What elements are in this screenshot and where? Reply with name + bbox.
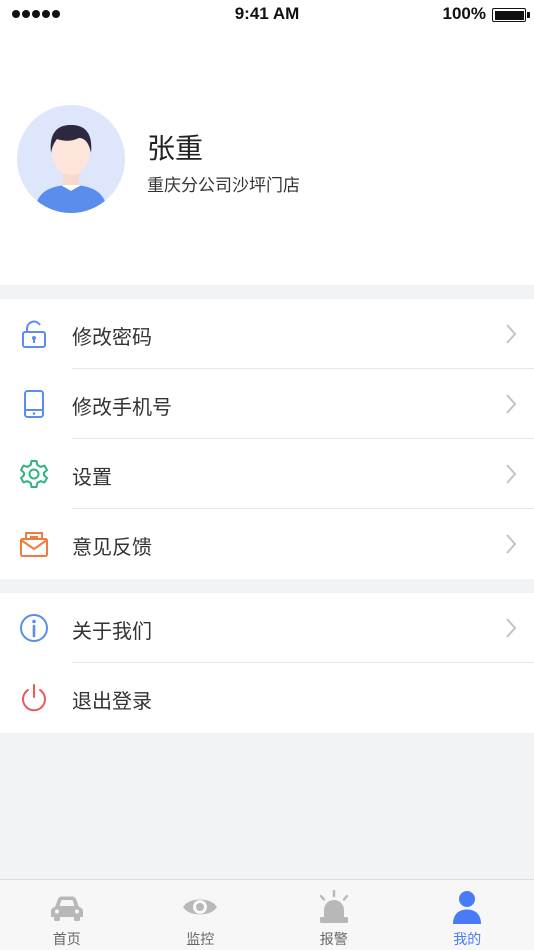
eye-icon: [183, 899, 218, 915]
chevron-right-icon: [506, 324, 517, 344]
phone-icon: [24, 390, 44, 418]
user-avatar[interactable]: [17, 105, 125, 213]
chevron-right-icon: [506, 534, 517, 554]
menu-item-feedback[interactable]: 意见反馈: [0, 509, 534, 579]
user-organization: 重庆分公司沙坪门店: [147, 176, 300, 196]
tab-label: 报警: [319, 932, 348, 948]
tab-bar: 首页 监控 报警 我的: [0, 879, 534, 950]
menu-item-settings[interactable]: 设置: [0, 439, 534, 509]
chevron-right-icon: [506, 394, 517, 414]
tab-alarm[interactable]: 报警: [267, 880, 401, 950]
menu-label: 意见反馈: [72, 535, 152, 559]
profile-header: 张重 重庆分公司沙坪门店: [0, 30, 534, 285]
unlock-icon: [22, 320, 46, 348]
alarm-icon: [319, 889, 348, 923]
menu-item-change-password[interactable]: 修改密码: [0, 299, 534, 369]
power-icon: [22, 684, 46, 712]
tab-mine[interactable]: 我的: [401, 880, 534, 950]
battery-percent: 100%: [442, 4, 486, 23]
car-icon: [50, 896, 83, 921]
menu-item-logout[interactable]: 退出登录: [0, 663, 534, 733]
chevron-right-icon: [506, 618, 517, 638]
menu-item-about-us[interactable]: 关于我们: [0, 593, 534, 663]
tab-label: 首页: [52, 932, 81, 948]
user-name: 张重: [147, 132, 204, 165]
status-bar: 9:41 AM 100%: [0, 0, 534, 30]
about-menu-group: 关于我们 退出登录: [0, 593, 534, 733]
tab-label: 我的: [453, 932, 482, 948]
battery-icon: [492, 8, 530, 22]
tab-monitor[interactable]: 监控: [134, 880, 268, 950]
menu-label: 修改手机号: [72, 395, 172, 419]
account-menu-group: 修改密码 修改手机号 设置 意见反馈: [0, 299, 534, 579]
menu-label: 设置: [72, 465, 112, 489]
menu-item-change-phone[interactable]: 修改手机号: [0, 369, 534, 439]
tab-home[interactable]: 首页: [0, 880, 134, 950]
tab-label: 监控: [186, 932, 215, 948]
mail-icon: [20, 532, 48, 557]
chevron-right-icon: [506, 464, 517, 484]
person-icon: [453, 891, 482, 924]
info-icon: [20, 614, 48, 642]
gear-icon: [20, 460, 48, 488]
menu-label: 退出登录: [72, 689, 152, 713]
menu-label: 修改密码: [72, 325, 152, 349]
menu-label: 关于我们: [72, 619, 152, 643]
